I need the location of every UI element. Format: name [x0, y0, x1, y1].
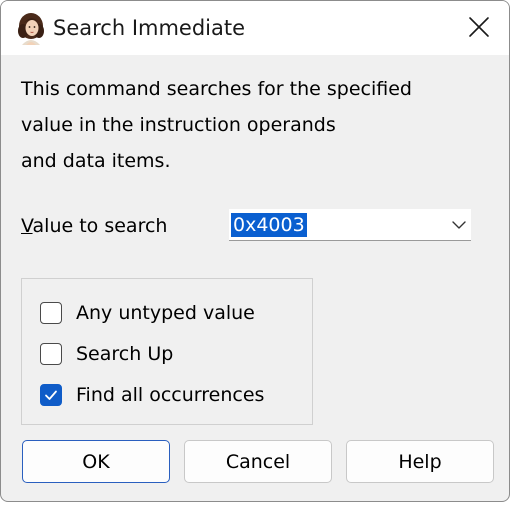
option-find-all-occurrences[interactable]: Find all occurrences: [40, 381, 264, 409]
value-to-search-label: Value to search: [21, 212, 167, 240]
checkbox[interactable]: [40, 343, 62, 365]
close-icon: [469, 17, 489, 37]
description-line: This command searches for the specified: [21, 78, 412, 100]
chevron-down-icon[interactable]: [451, 217, 467, 233]
title-bar[interactable]: Search Immediate: [1, 1, 509, 55]
portrait-icon: [18, 13, 44, 45]
close-button[interactable]: [449, 1, 509, 53]
help-button[interactable]: Help: [346, 440, 494, 483]
checkbox-label: Find all occurrences: [76, 384, 265, 406]
description-line: and data items.: [21, 150, 171, 172]
ok-button[interactable]: OK: [22, 440, 170, 483]
option-any-untyped-value[interactable]: Any untyped value: [40, 299, 255, 327]
description-line: value in the instruction operands: [21, 114, 336, 136]
search-immediate-dialog: Search Immediate This command searches f…: [0, 0, 510, 502]
value-to-search-combobox[interactable]: 0x4003: [229, 209, 471, 241]
value-label-mnemonic: V: [21, 215, 33, 237]
checkbox-label: Any untyped value: [76, 302, 255, 324]
options-group: Any untyped value Search Up Find all occ…: [21, 278, 313, 425]
checkbox[interactable]: [40, 302, 62, 324]
option-search-up[interactable]: Search Up: [40, 340, 173, 368]
checkmark-icon: [45, 390, 57, 400]
window-title: Search Immediate: [53, 16, 246, 40]
description-text: This command searches for the specified …: [21, 71, 481, 179]
value-to-search-input[interactable]: 0x4003: [231, 213, 307, 237]
checkbox[interactable]: [40, 384, 62, 406]
checkbox-label: Search Up: [76, 343, 174, 365]
cancel-button[interactable]: Cancel: [184, 440, 332, 483]
value-label-text: alue to search: [32, 215, 168, 237]
